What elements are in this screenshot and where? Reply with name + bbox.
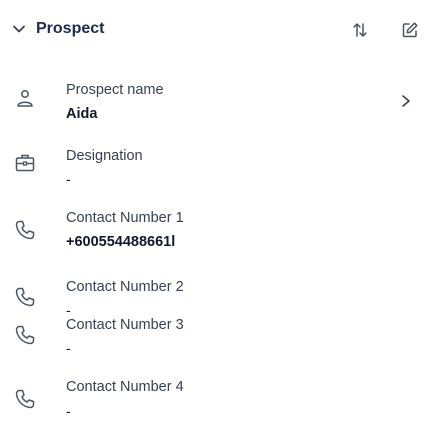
field-contact-number-1: Contact Number 1 +600554488661l bbox=[0, 207, 448, 259]
field-label: Contact Number 4 bbox=[66, 379, 184, 395]
phone-icon bbox=[15, 287, 35, 307]
field-label: Contact Number 3 bbox=[66, 317, 184, 333]
field-value: - bbox=[66, 340, 71, 356]
chevron-right-icon[interactable] bbox=[400, 94, 412, 108]
sort-icon bbox=[353, 23, 367, 37]
sort-button[interactable] bbox=[344, 14, 376, 46]
field-value: Aida bbox=[66, 106, 98, 122]
field-label: Contact Number 2 bbox=[66, 279, 184, 295]
field-value: - bbox=[66, 171, 71, 187]
section-header: Prospect bbox=[0, 0, 448, 60]
field-value: +600554488661l bbox=[66, 234, 176, 250]
field-label: Designation bbox=[66, 148, 143, 164]
phone-icon bbox=[15, 389, 35, 409]
field-label: Prospect name bbox=[66, 82, 164, 98]
field-label: Contact Number 1 bbox=[66, 210, 184, 226]
edit-icon bbox=[402, 22, 418, 38]
section-title: Prospect bbox=[36, 20, 105, 37]
field-contact-number-4: Contact Number 4 - bbox=[0, 376, 448, 422]
field-contact-number-3: Contact Number 3 - bbox=[0, 314, 448, 360]
field-prospect-name[interactable]: Prospect name Aida bbox=[0, 78, 448, 130]
phone-icon bbox=[15, 325, 35, 345]
edit-button[interactable] bbox=[394, 14, 426, 46]
person-icon bbox=[17, 90, 33, 107]
field-designation: Designation - bbox=[0, 144, 448, 190]
briefcase-icon bbox=[15, 154, 35, 172]
phone-icon bbox=[15, 220, 35, 240]
chevron-down-icon[interactable] bbox=[12, 22, 26, 36]
field-value: - bbox=[66, 403, 71, 419]
